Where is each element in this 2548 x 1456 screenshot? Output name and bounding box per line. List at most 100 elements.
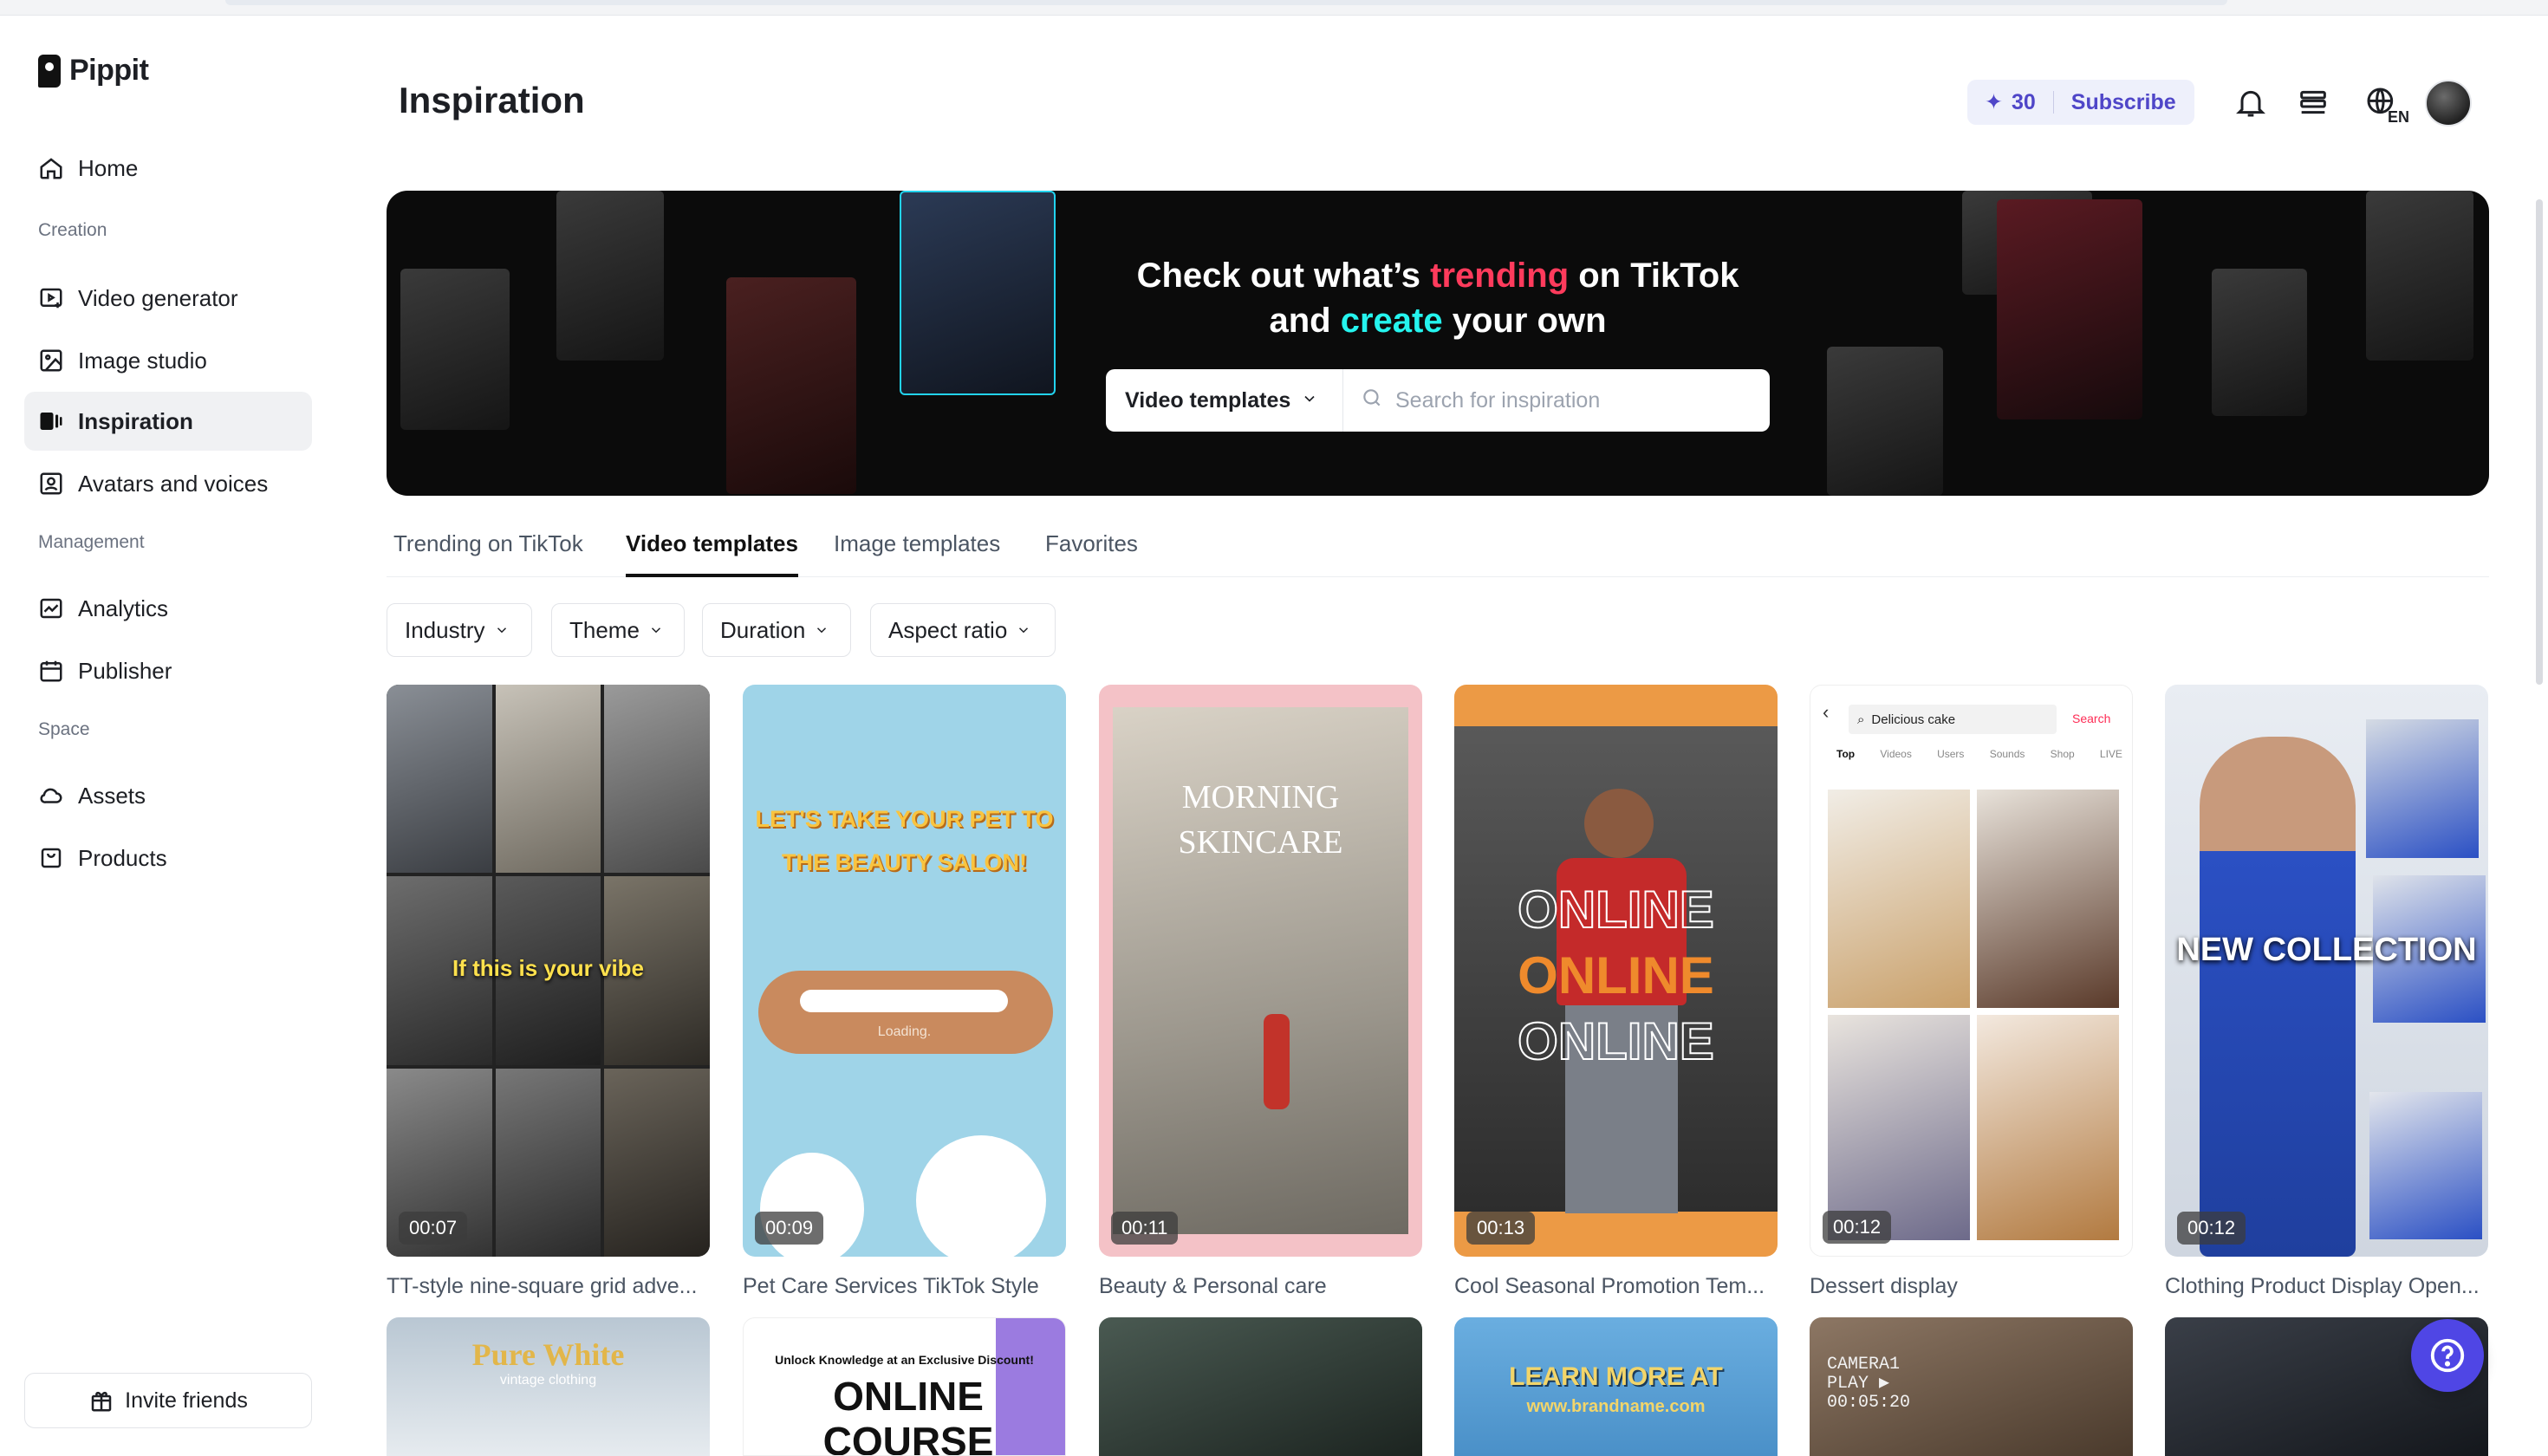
sidebar-item-label: Products — [78, 844, 167, 871]
filter-label: Industry — [405, 616, 485, 643]
headline-create-text: create — [1340, 302, 1443, 340]
calendar-icon — [38, 658, 64, 684]
card-overlay-text: NEW COLLECTION — [2176, 932, 2477, 968]
filter-aspect-ratio[interactable]: Aspect ratio — [870, 603, 1056, 657]
card-title: Clothing Product Display Open... — [2165, 1274, 2480, 1298]
headline-text: Check out what’s — [1136, 257, 1431, 295]
card-overlay-text: CAMERA1 PLAY ▶ 00:05:20 — [1827, 1355, 1911, 1413]
tab-trending-on-tiktok[interactable]: Trending on TikTok — [393, 530, 583, 577]
browser-top-strip — [0, 0, 2548, 16]
sidebar-item-home[interactable]: Home — [24, 139, 312, 198]
template-card[interactable]: Unlock Knowledge at an Exclusive Discoun… — [743, 1317, 1066, 1456]
sidebar-item-label: Home — [78, 154, 139, 181]
tab-favorites[interactable]: Favorites — [1045, 530, 1138, 577]
credits-count: 30 — [2011, 89, 2036, 114]
card-overlay-text: ONLINE COURSE — [822, 1374, 994, 1456]
sidebar-item-label: Avatars and voices — [78, 470, 269, 497]
sidebar-item-label: Inspiration — [78, 407, 193, 434]
banner-thumbnail — [1827, 347, 1943, 496]
sidebar-item-avatars-and-voices[interactable]: Avatars and voices — [24, 454, 312, 513]
product-box-icon — [38, 845, 64, 871]
notification-bell-icon[interactable] — [2232, 83, 2270, 121]
tiktok-tab: Videos — [1880, 748, 1912, 760]
filter-label: Duration — [720, 616, 806, 643]
card-thumbnail: If this is your vibe 00:07 — [387, 685, 710, 1257]
subscribe-button[interactable]: Subscribe — [2071, 90, 2176, 115]
filter-label: Theme — [569, 616, 640, 643]
headline-text: on TikTok — [1569, 257, 1739, 295]
sidebar-item-inspiration[interactable]: Inspiration — [24, 392, 312, 451]
card-overlay-text: If this is your vibe — [452, 955, 645, 981]
pippit-logo-icon — [38, 54, 61, 88]
sidebar-item-products[interactable]: Products — [24, 829, 312, 887]
sidebar-item-label: Analytics — [78, 595, 169, 621]
card-overlay-text: LET'S TAKE YOUR PET TO THE BEAUTY SALON! — [755, 806, 1054, 875]
help-button[interactable] — [2411, 1319, 2484, 1392]
sidebar-item-assets[interactable]: Assets — [24, 766, 312, 825]
language-globe-icon[interactable]: EN — [2357, 83, 2409, 126]
card-overlay-text: LEARN MORE AT — [1509, 1362, 1723, 1391]
page-scrollbar[interactable] — [2536, 199, 2543, 685]
card-overlay-subtext: www.brandname.com — [1526, 1397, 1706, 1416]
template-tabs: Trending on TikTok Video templates Image… — [387, 523, 2489, 577]
analytics-icon — [38, 595, 64, 621]
card-overlay-text: ONLINE — [1518, 946, 1714, 1004]
card-overlay-subtext: Unlock Knowledge at an Exclusive Discoun… — [775, 1353, 1034, 1367]
duration-badge: 00:07 — [399, 1212, 468, 1245]
filter-duration[interactable]: Duration — [702, 603, 851, 657]
banner-headline: Check out what’s trending on TikTok and … — [387, 253, 2489, 343]
section-label-creation: Creation — [38, 220, 107, 240]
loading-text: Loading. — [877, 1024, 932, 1039]
headline-trending-text: trending — [1430, 257, 1570, 295]
sidebar-item-publisher[interactable]: Publisher — [24, 641, 312, 700]
headline-text: your own — [1442, 302, 1607, 340]
card-title: Dessert display — [1810, 1274, 1958, 1298]
sidebar-item-analytics[interactable]: Analytics — [24, 579, 312, 638]
app-logo[interactable]: Pippit — [38, 54, 149, 88]
card-thumbnail: MORNING SKINCARE 00:11 — [1099, 685, 1422, 1257]
inspiration-search-input[interactable]: Search for inspiration — [1343, 387, 1770, 415]
template-card[interactable] — [1099, 1317, 1422, 1456]
tab-image-templates[interactable]: Image templates — [834, 530, 1000, 577]
page-title: Inspiration — [399, 80, 585, 120]
banner-search-bar: Video templates Search for inspiration — [1106, 369, 1770, 432]
user-avatar[interactable] — [2425, 80, 2472, 127]
card-thumbnail: ONLINE ONLINE ONLINE 00:13 — [1454, 685, 1778, 1257]
invite-friends-button[interactable]: Invite friends — [24, 1373, 312, 1428]
home-icon — [38, 155, 64, 181]
gift-icon — [88, 1388, 114, 1414]
duration-badge: 00:12 — [2177, 1212, 2246, 1245]
filter-label: Aspect ratio — [888, 616, 1008, 643]
section-label-space: Space — [38, 719, 90, 739]
avatar-icon — [38, 471, 64, 497]
duration-badge: 00:11 — [1111, 1212, 1179, 1245]
chevron-down-icon — [814, 617, 829, 644]
sidebar-item-label: Video generator — [78, 284, 238, 311]
sidebar-item-label: Publisher — [78, 657, 172, 684]
filter-theme[interactable]: Theme — [551, 603, 685, 657]
sidebar-item-label: Image studio — [78, 347, 207, 374]
card-thumbnail: LET'S TAKE YOUR PET TO THE BEAUTY SALON!… — [743, 685, 1066, 1257]
tab-video-templates[interactable]: Video templates — [626, 530, 798, 577]
cloud-icon — [38, 783, 64, 809]
card-title: Pet Care Services TikTok Style — [743, 1274, 1039, 1298]
stack-icon[interactable] — [2294, 83, 2332, 121]
template-card[interactable]: CAMERA1 PLAY ▶ 00:05:20 — [1810, 1317, 2133, 1456]
search-placeholder: Search for inspiration — [1395, 387, 1601, 413]
card-thumbnail: ‹ ⌕ Delicious cake Search Top Videos Use… — [1810, 685, 2133, 1257]
credits-subscribe-pill[interactable]: ✦ 30 Subscribe — [1967, 80, 2194, 125]
template-type-select[interactable]: Video templates — [1106, 369, 1343, 432]
headline-text: and — [1269, 302, 1341, 340]
image-edit-icon — [38, 348, 64, 374]
sidebar-item-image-studio[interactable]: Image studio — [24, 331, 312, 390]
duration-badge: 00:12 — [1823, 1211, 1892, 1244]
duration-badge: 00:13 — [1466, 1212, 1536, 1245]
chevron-down-icon — [1301, 388, 1318, 413]
template-card[interactable]: Pure White vintage clothing — [387, 1317, 710, 1456]
filter-industry[interactable]: Industry — [387, 603, 532, 657]
card-title: Beauty & Personal care — [1099, 1274, 1327, 1298]
section-label-management: Management — [38, 532, 145, 552]
template-card[interactable]: LEARN MORE AT www.brandname.com — [1454, 1317, 1778, 1456]
sidebar-item-video-generator[interactable]: Video generator — [24, 269, 312, 328]
card-overlay-subtext: vintage clothing — [499, 1373, 597, 1388]
